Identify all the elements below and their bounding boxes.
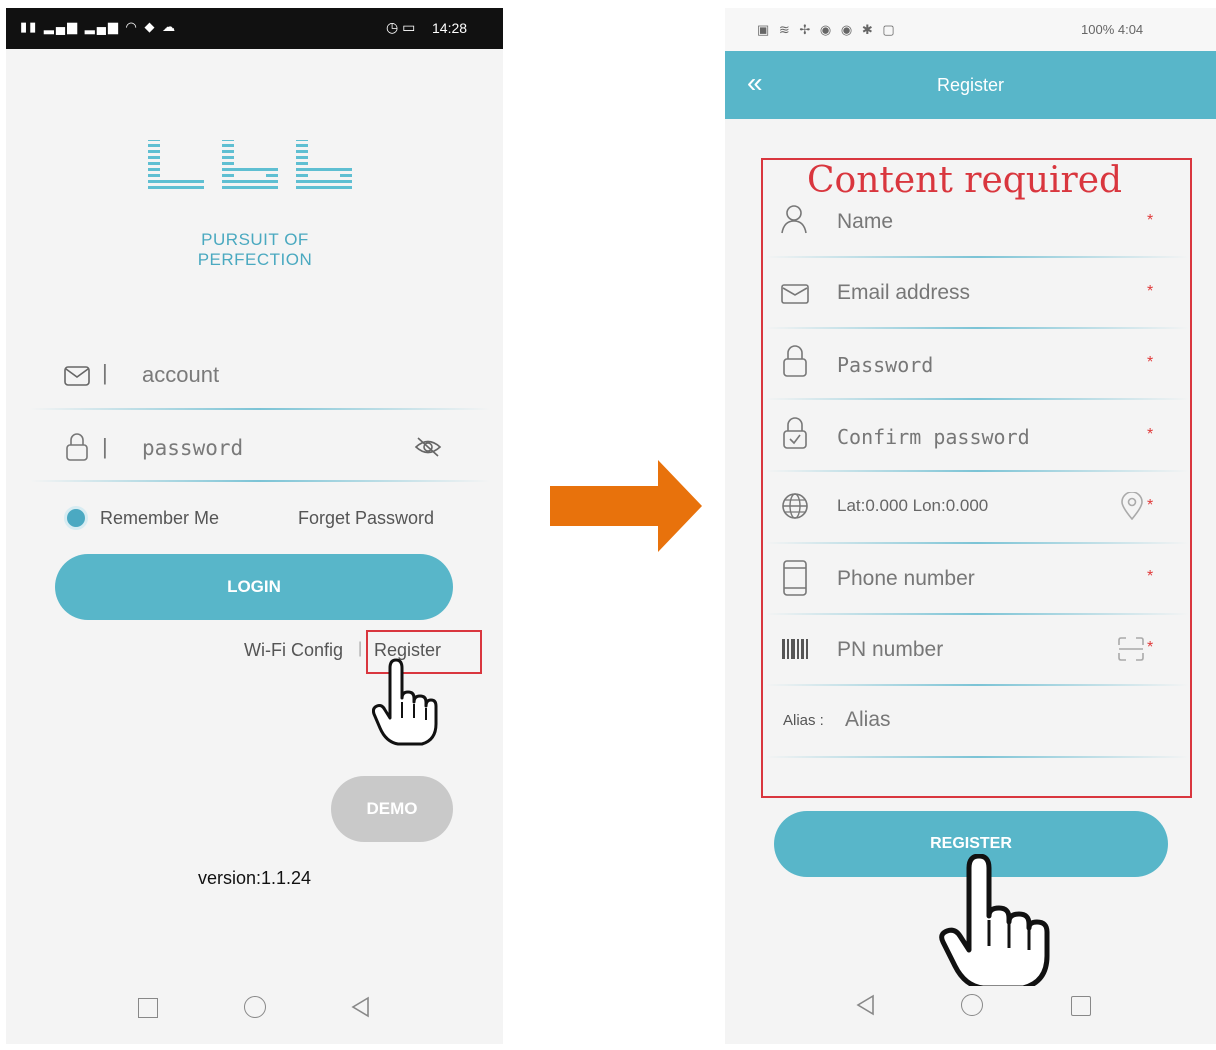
link-separator: |	[358, 640, 363, 657]
field-underline	[765, 684, 1189, 686]
location-field: Lat:0.000 Lon:0.000	[837, 496, 989, 515]
eye-off-icon[interactable]	[414, 436, 442, 458]
field-underline	[765, 256, 1189, 258]
status-bar: ▣ ≋ ✢ ◉ ◉ ✱ ▢ 100% 4:04	[725, 8, 1216, 51]
required-star: *	[1147, 426, 1154, 443]
field-underline	[765, 398, 1189, 400]
phone-number-field[interactable]: Phone number	[837, 567, 975, 591]
required-content-highlight-box	[761, 158, 1192, 798]
password-underline	[30, 480, 490, 482]
required-star: *	[1147, 354, 1154, 371]
status-bar: ▮▮ ▂▄▆ ▂▄▆ ◠ ◆ ☁ ◷ ▭ 14:28	[6, 8, 503, 49]
field-divider: |	[102, 434, 108, 459]
recents-icon[interactable]	[1071, 996, 1091, 1016]
forget-password-link[interactable]: Forget Password	[298, 508, 434, 529]
demo-button[interactable]: DEMO	[331, 776, 453, 842]
person-icon	[781, 205, 807, 234]
page-title: Register	[936, 75, 1005, 95]
tbb-logo	[148, 140, 352, 192]
account-field[interactable]: | account	[30, 352, 490, 408]
required-star: *	[1147, 283, 1154, 300]
mail-icon	[64, 366, 90, 386]
field-underline	[765, 756, 1189, 758]
login-button[interactable]: LOGIN	[55, 554, 453, 620]
lock-check-icon	[783, 417, 807, 449]
lock-icon	[66, 433, 88, 461]
back-icon[interactable]	[350, 996, 370, 1018]
content-required-annotation: Content required	[807, 160, 1123, 201]
location-pin-icon[interactable]	[1121, 492, 1143, 520]
register-screen: ▣ ≋ ✢ ◉ ◉ ✱ ▢ 100% 4:04 « Register Conte…	[725, 8, 1216, 1044]
hand-pointer-icon	[372, 658, 438, 746]
wifi-config-link[interactable]: Wi-Fi Config	[244, 640, 343, 661]
required-star: *	[1147, 568, 1154, 585]
remember-me-radio[interactable]	[64, 506, 88, 530]
navigation-bar	[725, 986, 1216, 1044]
password-field[interactable]: Password	[837, 353, 933, 377]
required-star: *	[1147, 497, 1154, 514]
recents-icon[interactable]	[138, 998, 158, 1018]
home-icon[interactable]	[244, 996, 266, 1018]
field-underline	[765, 542, 1189, 544]
account-underline	[30, 408, 490, 410]
status-battery-time: 100% 4:04	[1081, 22, 1144, 37]
notification-icons: ▣ ≋ ✢ ◉ ◉ ✱ ▢	[757, 22, 898, 37]
lock-icon	[783, 345, 807, 377]
mail-icon	[781, 284, 809, 304]
barcode-icon	[782, 639, 808, 659]
required-star: *	[1147, 639, 1154, 656]
header-bar: « Register	[725, 51, 1216, 119]
back-icon[interactable]	[855, 994, 875, 1016]
remember-me-label[interactable]: Remember Me	[100, 508, 219, 529]
hand-pointer-icon	[939, 854, 1050, 991]
confirm-password-field[interactable]: Confirm password	[837, 425, 1030, 449]
navigation-bar	[6, 986, 503, 1044]
name-field[interactable]: Name	[837, 210, 893, 234]
required-star: *	[1147, 212, 1154, 229]
email-field[interactable]: Email address	[837, 281, 970, 305]
password-field[interactable]: | password	[30, 424, 490, 480]
status-time: 14:28	[432, 20, 468, 36]
login-screen: ▮▮ ▂▄▆ ▂▄▆ ◠ ◆ ☁ ◷ ▭ 14:28 PURSUIT OF PE…	[6, 8, 503, 1044]
home-icon[interactable]	[961, 994, 983, 1016]
field-underline	[765, 613, 1189, 615]
globe-icon	[782, 493, 808, 519]
account-placeholder: account	[142, 362, 220, 387]
alarm-battery-icon: ◷ ▭	[386, 19, 416, 35]
flow-arrow-icon	[550, 460, 702, 552]
alias-label: Alias :	[783, 712, 824, 729]
alias-field[interactable]: Alias	[845, 708, 891, 732]
version-text: version:1.1.24	[197, 868, 312, 888]
pn-number-field[interactable]: PN number	[837, 638, 943, 662]
field-underline	[765, 470, 1189, 472]
logo-tagline: PURSUIT OF PERFECTION	[197, 230, 313, 269]
signal-icons: ▮▮ ▂▄▆ ▂▄▆ ◠ ◆ ☁	[20, 19, 178, 34]
phone-icon	[783, 560, 807, 596]
field-divider: |	[102, 360, 108, 385]
field-underline	[765, 327, 1189, 329]
scan-icon[interactable]	[1117, 636, 1145, 662]
password-placeholder: password	[142, 436, 244, 460]
